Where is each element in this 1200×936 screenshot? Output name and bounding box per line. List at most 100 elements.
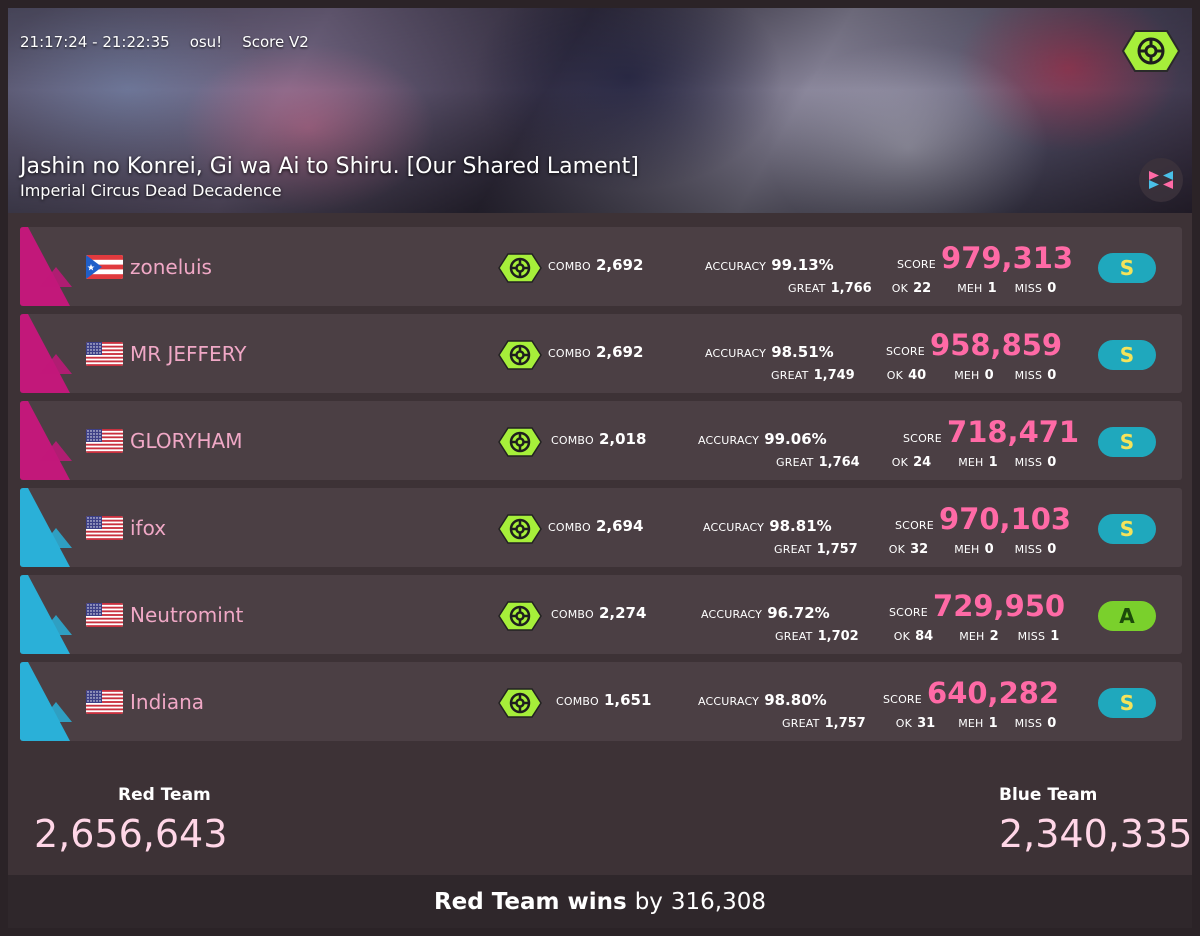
accuracy-stat: ACCURACY 99.06% [698,429,827,448]
team-marker-icon [20,662,72,741]
score-value: 958,859 [930,328,1063,362]
miss-label: MISS [1014,717,1043,730]
beatmap-banner[interactable]: 21:17:24 - 21:22:35 osu! Score V2 Jashin n… [8,8,1192,213]
flag-us-icon [86,690,123,714]
player-name[interactable]: ifox [130,516,166,540]
match-result: Red Team wins by 316,308 [8,875,1192,928]
great-label: GREAT [775,630,813,643]
ok-value: 22 [913,281,932,296]
flag-us-icon [86,603,123,627]
freemod-icon [498,253,542,283]
freemod-icon [498,427,542,457]
miss-label: MISS [1014,369,1043,382]
great-value: 1,766 [830,281,872,296]
ok-value: 32 [910,542,929,557]
score-stat: SCORE 979,313 [897,241,1073,275]
great-label: GREAT [774,543,812,556]
grade-badge: A [1098,601,1156,631]
player-row[interactable]: Neutromint COMBO 2,274 ACCURACY 96.72% SCOR… [20,575,1182,654]
player-row[interactable]: zoneluis COMBO 2,692 ACCURACY 99.13% SCORE … [20,227,1182,306]
player-name[interactable]: MR JEFFERY [130,342,247,366]
accuracy-label: ACCURACY [698,434,760,447]
score-value: 640,282 [927,676,1060,710]
red-team-name: Red Team [118,785,211,805]
accuracy-value: 99.06% [764,430,827,448]
accuracy-stat: ACCURACY 98.51% [705,342,834,361]
grade-badge: S [1098,514,1156,544]
accuracy-stat: ACCURACY 98.80% [698,690,827,709]
score-label: SCORE [897,258,936,271]
score-stat: SCORE 729,950 [889,589,1065,623]
miss-value: 0 [1047,542,1057,557]
meh-label: MEH [954,369,980,382]
team-marker-icon [20,314,72,393]
great-value: 1,764 [818,455,860,470]
hit-stats: GREAT 1,764 OK 24 MEH 1 MISS 0 [776,451,1064,470]
player-name[interactable]: Indiana [130,690,204,714]
combo-value: 2,694 [595,517,644,535]
hit-stats: GREAT 1,757 OK 31 MEH 1 MISS 0 [782,712,1064,731]
freemod-icon [498,340,542,370]
mod-badge [498,601,542,631]
meh-value: 0 [984,542,994,557]
mod-badge [498,427,542,457]
miss-value: 0 [1047,281,1057,296]
ruleset-label: osu! [189,33,223,51]
team-marker-icon [20,401,72,480]
combo-label: COMBO [551,434,594,447]
flag-us-icon [86,516,123,540]
ok-label: OK [886,369,904,382]
freemod-icon [498,688,542,718]
combo-value: 1,651 [603,691,652,709]
player-row[interactable]: GLORYHAM COMBO 2,018 ACCURACY 99.06% SCORE … [20,401,1182,480]
combo-stat: COMBO 2,692 [548,342,643,361]
country-flag [86,255,123,279]
country-flag [86,342,123,366]
combo-label: COMBO [548,260,591,273]
beatmap-title[interactable]: Jashin no Konrei, Gi wa Ai to Shiru. [Ou… [20,154,639,179]
lazer-icon[interactable] [1139,158,1183,202]
flag-pr-icon [86,255,123,279]
miss-label: MISS [1014,456,1043,469]
meh-value: 1 [988,716,998,731]
flag-us-icon [86,429,123,453]
accuracy-label: ACCURACY [703,521,765,534]
score-label: SCORE [883,693,922,706]
score-label: SCORE [886,345,925,358]
great-label: GREAT [771,369,809,382]
grade-badge: S [1098,253,1156,283]
combo-label: COMBO [556,695,599,708]
meh-value: 1 [987,281,997,296]
meh-value: 1 [988,455,998,470]
meh-label: MEH [959,630,985,643]
meh-label: MEH [954,543,980,556]
score-value: 979,313 [941,241,1074,275]
accuracy-label: ACCURACY [698,695,760,708]
great-value: 1,702 [817,629,859,644]
grade-badge: S [1098,340,1156,370]
player-name[interactable]: Neutromint [130,603,243,627]
great-value: 1,757 [824,716,866,731]
score-value: 729,950 [933,589,1066,623]
meh-value: 2 [989,629,999,644]
accuracy-label: ACCURACY [701,608,763,621]
country-flag [86,516,123,540]
player-row[interactable]: MR JEFFERY COMBO 2,692 ACCURACY 98.51% SCOR… [20,314,1182,393]
hit-stats: GREAT 1,749 OK 40 MEH 0 MISS 0 [771,364,1064,383]
ok-label: OK [893,630,911,643]
meh-value: 0 [984,368,994,383]
miss-value: 0 [1047,368,1057,383]
player-row[interactable]: Indiana COMBO 1,651 ACCURACY 98.80% SCORE 6… [20,662,1182,741]
ok-label: OK [888,543,906,556]
accuracy-stat: ACCURACY 98.81% [703,516,832,535]
combo-stat: COMBO 2,692 [548,255,643,274]
player-row[interactable]: ifox COMBO 2,694 ACCURACY 98.81% SCORE 970,… [20,488,1182,567]
combo-stat: COMBO 2,694 [548,516,643,535]
meh-label: MEH [958,717,984,730]
combo-value: 2,018 [598,430,647,448]
mod-badge [498,253,542,283]
miss-value: 1 [1050,629,1060,644]
player-name[interactable]: GLORYHAM [130,429,242,453]
player-name[interactable]: zoneluis [130,255,212,279]
miss-label: MISS [1014,543,1043,556]
